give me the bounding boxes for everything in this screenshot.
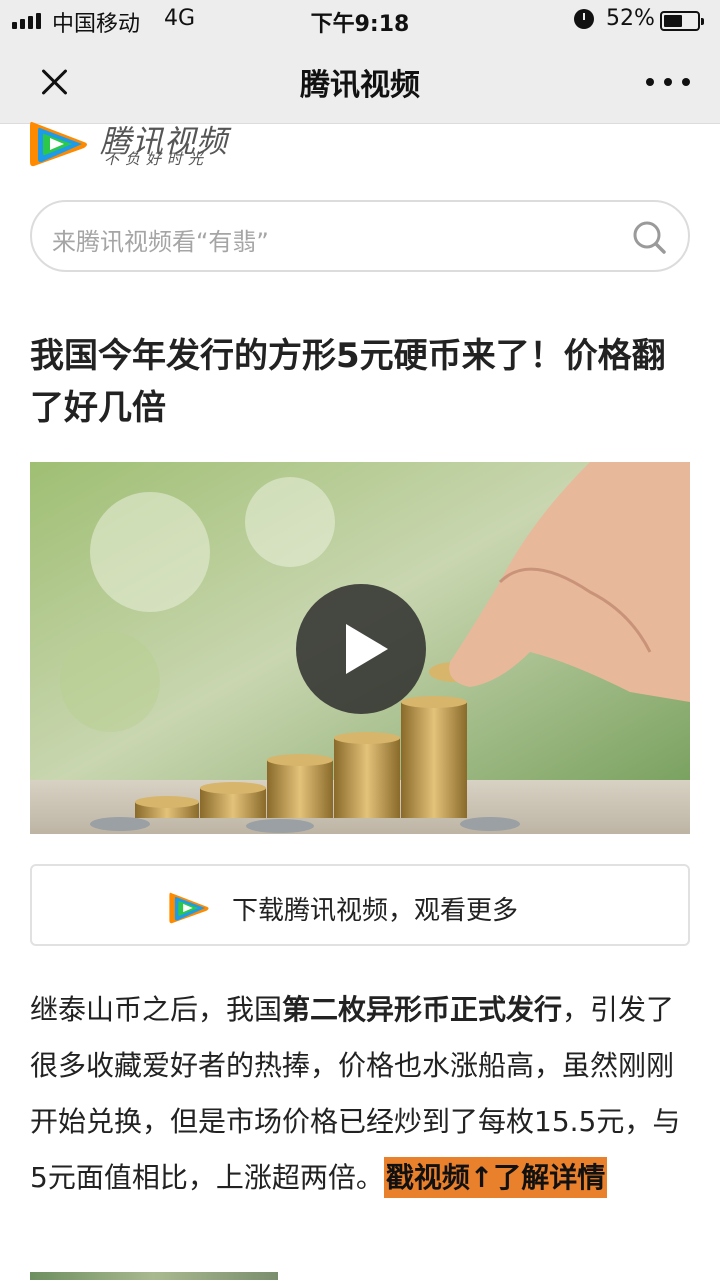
search-icon[interactable] <box>632 220 666 254</box>
status-bar: 中国移动 4G 下午9:18 52% <box>0 0 720 40</box>
page-title: 腾讯视频 <box>300 68 420 103</box>
nav-bar: 腾讯视频 <box>0 40 720 124</box>
logo-slogan: 不负好时光 <box>104 150 210 168</box>
article-text-bold: 第二枚异形币正式发行 <box>282 993 563 1026</box>
alarm-icon <box>574 9 594 29</box>
article-body: 继泰山币之后，我国第二枚异形币正式发行，引发了很多收藏爱好者的热捧，价格也水涨船… <box>30 982 696 1206</box>
play-icon[interactable] <box>296 584 426 714</box>
tencent-video-logo-icon <box>30 121 87 167</box>
search-input[interactable]: 来腾讯视频看“有翡” <box>30 200 690 272</box>
article-headline: 我国今年发行的方形5元硬币来了！价格翻了好几倍 <box>30 336 666 428</box>
search-placeholder: 来腾讯视频看“有翡” <box>52 228 269 256</box>
watch-video-link[interactable]: 戳视频↑了解详情 <box>383 1157 608 1198</box>
battery-icon <box>660 11 704 31</box>
article-text-start: 继泰山币之后，我国 <box>30 993 283 1026</box>
next-thumbnail[interactable] <box>30 1272 278 1280</box>
tencent-video-icon <box>169 892 209 924</box>
download-label: 下载腾讯视频，观看更多 <box>232 896 519 926</box>
video-player[interactable] <box>30 462 690 834</box>
more-icon[interactable] <box>646 76 690 88</box>
battery-percent: 52% <box>606 6 655 31</box>
download-app-button[interactable]: 下载腾讯视频，观看更多 <box>30 864 690 946</box>
tencent-video-logo[interactable]: 腾讯视频 不负好时光 <box>28 116 288 176</box>
